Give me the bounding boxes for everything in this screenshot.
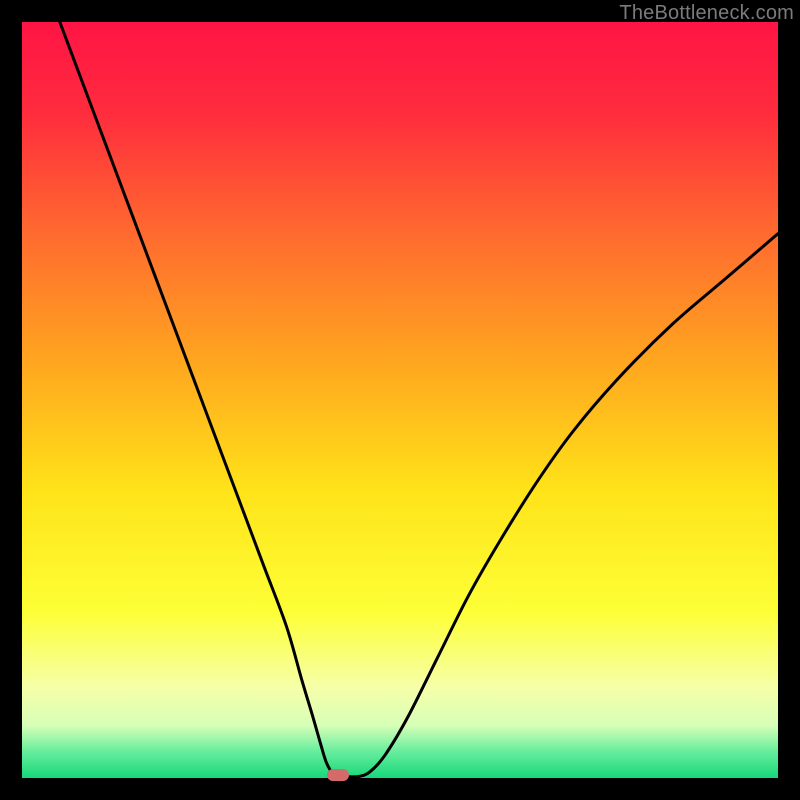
watermark-text: TheBottleneck.com [619,2,794,25]
chart-plot-area [22,22,778,778]
optimum-marker [327,769,349,781]
chart-background-gradient [22,22,778,778]
chart-frame [22,22,778,778]
